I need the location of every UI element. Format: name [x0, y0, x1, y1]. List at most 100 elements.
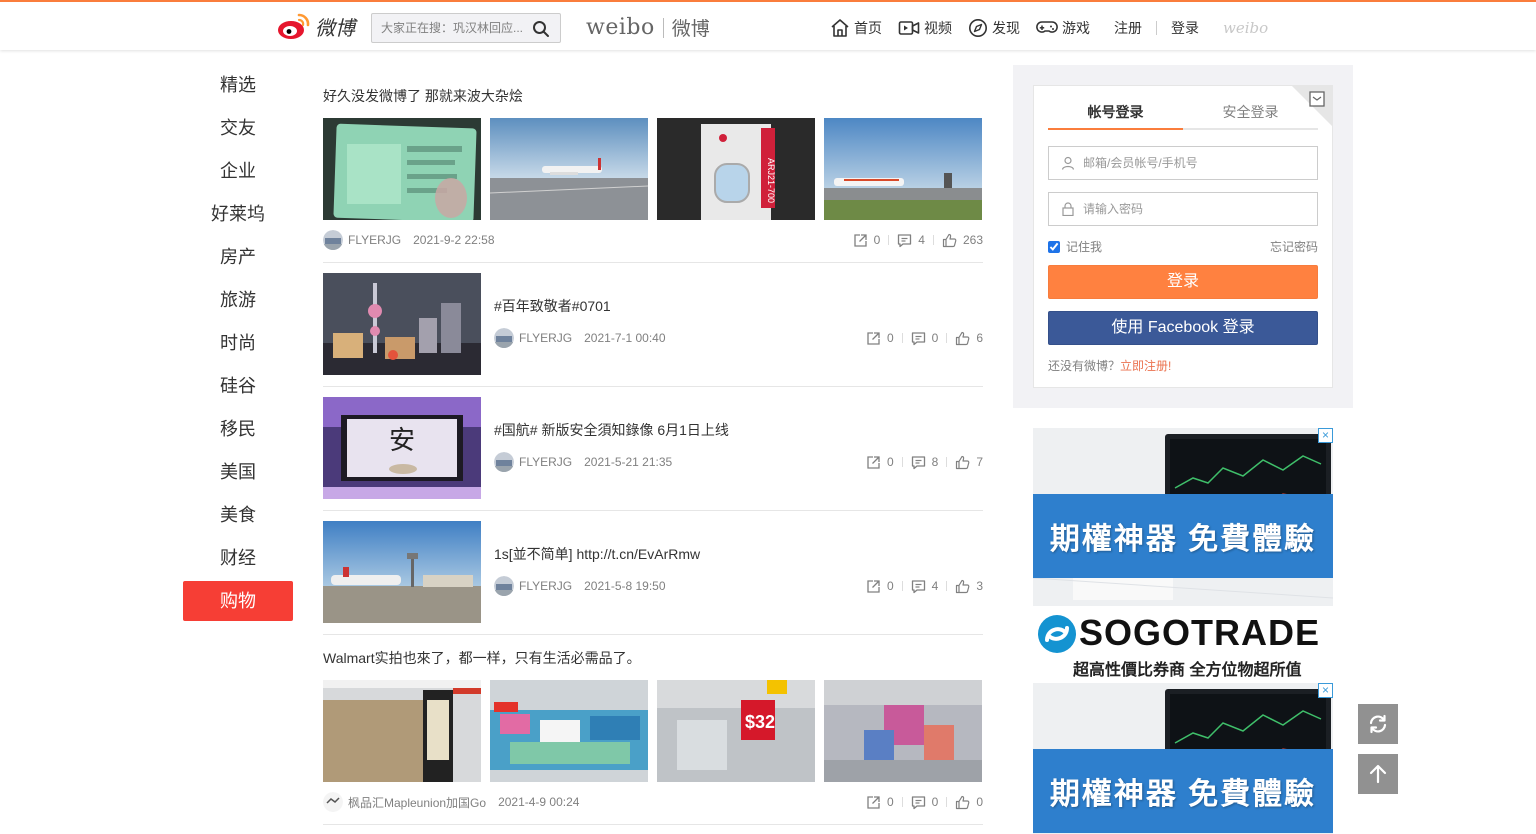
search-box[interactable] — [371, 13, 561, 43]
facebook-login-button[interactable]: 使用 Facebook 登录 — [1048, 311, 1318, 345]
post-time[interactable]: 2021-4-9 00:24 — [498, 795, 579, 809]
post-image-plane-apron[interactable] — [490, 118, 648, 220]
remember-checkbox[interactable] — [1048, 240, 1060, 253]
category-hollywood[interactable]: 好莱坞 — [183, 194, 293, 234]
post-text[interactable]: 好久没发微博了 那就来波大杂烩 — [323, 86, 983, 106]
repost-button[interactable]: 0 — [866, 455, 894, 470]
like-button[interactable]: 3 — [955, 579, 983, 594]
post-author[interactable]: FLYERJG — [519, 579, 572, 593]
post-image-license[interactable] — [323, 118, 481, 220]
post-text[interactable]: #百年致敬者#0701 — [494, 296, 983, 316]
ad-close-icon[interactable]: × — [1318, 683, 1333, 698]
post-image-walmart-aisle-2[interactable] — [490, 680, 648, 782]
avatar[interactable] — [323, 230, 343, 250]
category-yimin[interactable]: 移民 — [183, 409, 293, 449]
like-count: 6 — [976, 331, 983, 345]
repost-button[interactable]: 0 — [866, 579, 894, 594]
nav-game[interactable]: 游戏 — [1036, 18, 1090, 38]
category-gouwu[interactable]: 购物 — [183, 581, 293, 621]
avatar[interactable] — [494, 328, 514, 348]
register-prompt: 还没有微博？立即注册! — [1048, 357, 1171, 374]
login-link[interactable]: 登录 — [1171, 18, 1199, 38]
nav-video[interactable]: 视频 — [898, 18, 952, 38]
repost-button[interactable]: 0 — [866, 331, 894, 346]
register-link[interactable]: 注册 — [1114, 18, 1142, 38]
post-author[interactable]: FLYERJG — [348, 233, 401, 247]
remember-me[interactable]: 记住我 — [1048, 238, 1102, 255]
category-shishang[interactable]: 时尚 — [183, 323, 293, 363]
nav-discover[interactable]: 发现 — [968, 18, 1020, 38]
comment-button[interactable]: 0 — [911, 795, 938, 810]
category-qiye[interactable]: 企业 — [183, 151, 293, 191]
post-image-runway[interactable] — [824, 118, 982, 220]
comment-button[interactable]: 4 — [911, 579, 938, 594]
comment-button[interactable]: 0 — [911, 331, 938, 346]
comment-button[interactable]: 4 — [897, 233, 925, 248]
tab-account-login[interactable]: 帐号登录 — [1048, 100, 1183, 130]
register-now-link[interactable]: 立即注册! — [1120, 359, 1171, 373]
post-author[interactable]: 枫品汇Mapleunion加国Go — [348, 794, 486, 811]
post-image-cabin-window[interactable]: ARJ21-700 — [657, 118, 815, 220]
stat-separator — [946, 333, 948, 343]
back-to-top-button[interactable] — [1358, 754, 1398, 794]
post-time[interactable]: 2021-5-21 21:35 — [584, 455, 672, 469]
post-image-airport[interactable] — [323, 521, 481, 623]
post-image-shanghai-night[interactable] — [323, 273, 481, 375]
search-icon[interactable] — [532, 20, 550, 38]
post-time[interactable]: 2021-7-1 00:40 — [584, 331, 665, 345]
category-fangchan[interactable]: 房产 — [183, 237, 293, 277]
avatar[interactable] — [494, 452, 514, 472]
repost-count: 0 — [886, 331, 894, 345]
post-image-safety-video[interactable]: 安 — [323, 397, 481, 499]
avatar[interactable] — [323, 792, 343, 812]
feed-post[interactable]: #百年致敬者#0701 FLYERJG 2021-7-1 00:40 0 0 6 — [323, 263, 983, 386]
post-image-walmart-aisle-1[interactable] — [323, 680, 481, 782]
like-button[interactable]: 263 — [942, 233, 983, 248]
ad-trading-top[interactable]: 期權神器 免費體驗 × — [1033, 428, 1333, 606]
repost-icon — [867, 455, 880, 469]
post-text[interactable]: #国航# 新版安全須知錄像 6月1日上线 — [494, 420, 983, 440]
refresh-button[interactable] — [1358, 704, 1398, 744]
category-jingxuan[interactable]: 精选 — [183, 65, 293, 105]
brand-separator — [662, 17, 664, 38]
category-caijing[interactable]: 财经 — [183, 538, 293, 578]
post-text[interactable]: Walmart实拍也來了，都一样，只有生活必需品了。 — [323, 648, 983, 668]
comment-count: 8 — [931, 455, 939, 469]
category-lvyou[interactable]: 旅游 — [183, 280, 293, 320]
login-button[interactable]: 登录 — [1048, 265, 1318, 299]
feed-post[interactable]: 好久没发微博了 那就来波大杂烩 ARJ21-700 FLYERJG 2021-9… — [323, 65, 983, 262]
like-button[interactable]: 0 — [955, 795, 983, 810]
nav-home[interactable]: 首页 — [830, 18, 882, 38]
comment-button[interactable]: 8 — [911, 455, 939, 470]
feed-post[interactable]: 安 #国航# 新版安全須知錄像 6月1日上线 FLYERJG 2021-5-21… — [323, 387, 983, 510]
ad-close-icon[interactable]: × — [1318, 428, 1333, 443]
post-time[interactable]: 2021-5-8 19:50 — [584, 579, 665, 593]
post-image-walmart-aisle-3[interactable]: $32 — [657, 680, 815, 782]
feed-post[interactable]: 1s[並不简单] http://t.cn/EvArRmw FLYERJG 202… — [323, 511, 983, 634]
password-input[interactable] — [1083, 194, 1317, 224]
search-input[interactable] — [372, 14, 522, 42]
category-jiaoyou[interactable]: 交友 — [183, 108, 293, 148]
post-time[interactable]: 2021-9-2 22:58 — [413, 233, 494, 247]
like-button[interactable]: 7 — [955, 455, 983, 470]
tab-secure-login[interactable]: 安全登录 — [1183, 100, 1318, 130]
forgot-password-link[interactable]: 忘记密码 — [1270, 238, 1318, 255]
avatar[interactable] — [494, 576, 514, 596]
repost-button[interactable]: 0 — [853, 233, 880, 248]
ad-sogotrade[interactable]: SOGOTRADE 超高性價比券商 全方位物超所值 — [1033, 606, 1333, 683]
weibo-logo[interactable]: 微博 — [277, 10, 355, 42]
post-image-walmart-aisle-4[interactable] — [824, 680, 982, 782]
post-text[interactable]: 1s[並不简单] http://t.cn/EvArRmw — [494, 544, 983, 564]
password-field[interactable] — [1048, 192, 1318, 226]
username-field[interactable] — [1048, 146, 1318, 180]
feed-post[interactable]: Walmart实拍也來了，都一样，只有生活必需品了。 $32 枫品汇Mapleu… — [323, 635, 983, 824]
like-button[interactable]: 6 — [955, 331, 983, 346]
repost-button[interactable]: 0 — [866, 795, 894, 810]
username-input[interactable] — [1083, 148, 1317, 178]
category-guigu[interactable]: 硅谷 — [183, 366, 293, 406]
post-author[interactable]: FLYERJG — [519, 331, 572, 345]
post-author[interactable]: FLYERJG — [519, 455, 572, 469]
ad-trading-bottom[interactable]: 期權神器 免費體驗 × — [1033, 683, 1333, 834]
category-meiguo[interactable]: 美国 — [183, 452, 293, 492]
category-meishi[interactable]: 美食 — [183, 495, 293, 535]
